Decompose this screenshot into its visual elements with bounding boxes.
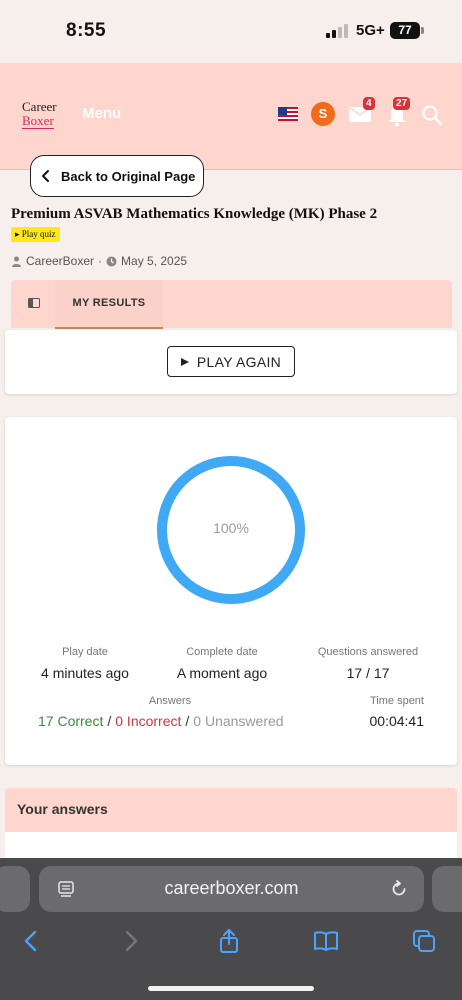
your-answers-heading[interactable]: Your answers bbox=[5, 788, 457, 832]
quiz-title: Premium ASVAB Mathematics Knowledge (MK)… bbox=[11, 206, 378, 222]
clock-icon bbox=[106, 256, 117, 266]
notification-count-badge: 27 bbox=[393, 97, 411, 110]
tab-my-results[interactable]: MY RESULTS bbox=[55, 280, 163, 329]
search-icon[interactable] bbox=[421, 104, 443, 126]
score-percent: 100% bbox=[213, 520, 249, 536]
browser-back-icon[interactable] bbox=[18, 928, 44, 954]
browser-forward-icon[interactable] bbox=[118, 928, 144, 954]
bookmarks-icon[interactable] bbox=[313, 928, 339, 954]
questions-answered-label: Questions answered bbox=[317, 646, 419, 658]
home-indicator[interactable] bbox=[148, 986, 314, 991]
reload-icon[interactable] bbox=[389, 879, 409, 899]
play-date-label: Play date bbox=[62, 646, 108, 658]
answers-label: Answers bbox=[148, 695, 192, 707]
us-flag-icon[interactable] bbox=[278, 107, 298, 121]
quiz-date: May 5, 2025 bbox=[121, 254, 188, 268]
sidebar-toggle-icon[interactable] bbox=[28, 298, 40, 308]
answers-breakdown: 17 Correct/0 Incorrect/0 Unanswered bbox=[38, 713, 284, 729]
logo-line-2: Boxer bbox=[22, 113, 54, 129]
questions-answered-value: 17 / 17 bbox=[346, 665, 390, 681]
avatar[interactable]: S bbox=[311, 102, 335, 126]
site-logo[interactable]: Career Boxer bbox=[22, 100, 70, 129]
battery-icon: 77 bbox=[390, 22, 420, 39]
incorrect-count: 0 Incorrect bbox=[115, 713, 182, 729]
back-button-label: Back to Original Page bbox=[61, 168, 196, 184]
quiz-author[interactable]: CareerBoxer bbox=[26, 254, 94, 268]
play-icon bbox=[180, 357, 189, 366]
time-spent-label: Time spent bbox=[369, 695, 424, 707]
tabs-overview-icon[interactable] bbox=[411, 928, 437, 954]
battery-tip bbox=[421, 27, 424, 34]
logo-line-1: Career bbox=[22, 99, 57, 114]
quiz-meta: CareerBoxer · May 5, 2025 bbox=[11, 254, 187, 268]
unanswered-count: 0 Unanswered bbox=[193, 713, 284, 729]
share-icon[interactable] bbox=[216, 928, 242, 954]
status-time: 8:55 bbox=[66, 20, 107, 41]
chevron-left-icon bbox=[42, 170, 49, 182]
time-spent-value: 00:04:41 bbox=[369, 713, 425, 729]
back-to-original-button[interactable]: Back to Original Page bbox=[30, 155, 204, 197]
previous-tab-preview[interactable] bbox=[0, 866, 30, 912]
complete-date-value: A moment ago bbox=[176, 665, 268, 681]
meta-separator: · bbox=[98, 254, 103, 268]
signal-icon bbox=[326, 24, 348, 38]
slash-2: / bbox=[185, 713, 190, 729]
complete-date-label: Complete date bbox=[186, 646, 258, 658]
menu-link[interactable]: Menu bbox=[82, 105, 121, 122]
next-tab-preview[interactable] bbox=[432, 866, 462, 912]
network-label: 5G+ bbox=[356, 22, 385, 39]
play-date-value: 4 minutes ago bbox=[41, 665, 129, 681]
mail-count-badge: 4 bbox=[363, 97, 375, 110]
url-text[interactable]: careerboxer.com bbox=[39, 878, 424, 899]
play-again-label: PLAY AGAIN bbox=[196, 353, 282, 370]
correct-count: 17 Correct bbox=[38, 713, 104, 729]
play-again-button[interactable]: PLAY AGAIN bbox=[167, 346, 295, 377]
slash-1: / bbox=[107, 713, 112, 729]
play-quiz-tag[interactable]: ▸ Play quiz bbox=[11, 227, 60, 242]
user-icon bbox=[12, 256, 21, 267]
